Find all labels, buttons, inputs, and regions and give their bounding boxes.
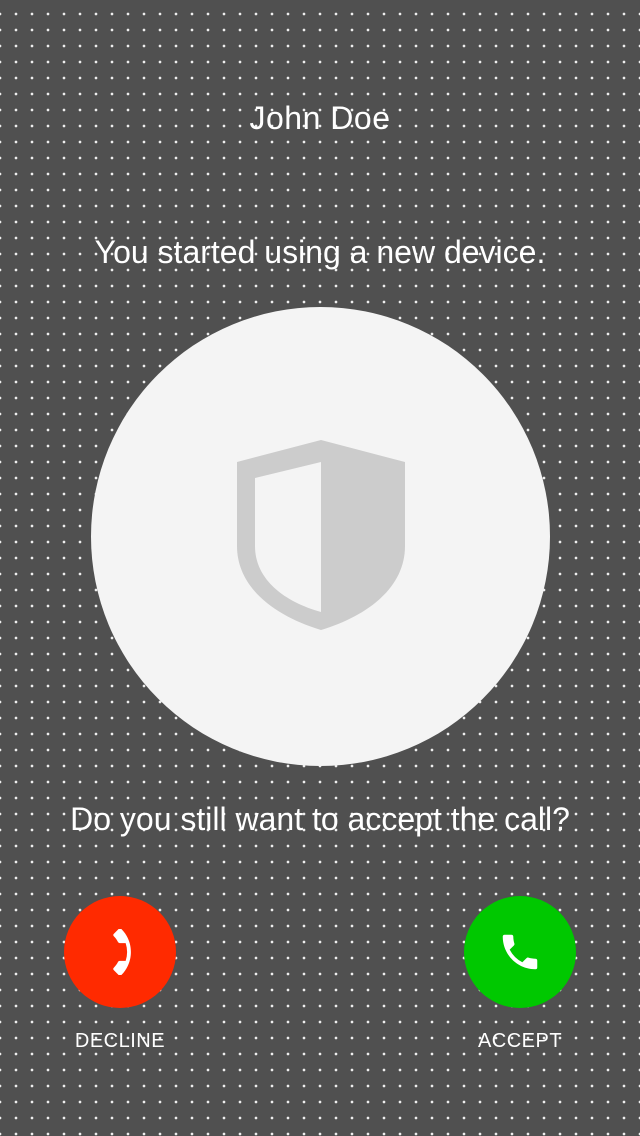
accept-label: ACCEPT — [477, 1030, 563, 1052]
caller-name: John Doe — [249, 100, 391, 136]
shield-badge — [91, 307, 550, 766]
phone-icon — [502, 934, 538, 970]
decline-label: DECLINE — [74, 1030, 166, 1052]
accept-button[interactable] — [464, 896, 576, 1008]
new-device-message: You started using a new device. — [94, 234, 546, 270]
phone-hangup-icon — [113, 929, 131, 975]
shield-icon — [236, 439, 405, 630]
decline-button[interactable] — [64, 896, 176, 1008]
accept-question: Do you still want to accept the call? — [70, 801, 570, 837]
incoming-call-screen: John Doe You started using a new device.… — [0, 0, 640, 1136]
